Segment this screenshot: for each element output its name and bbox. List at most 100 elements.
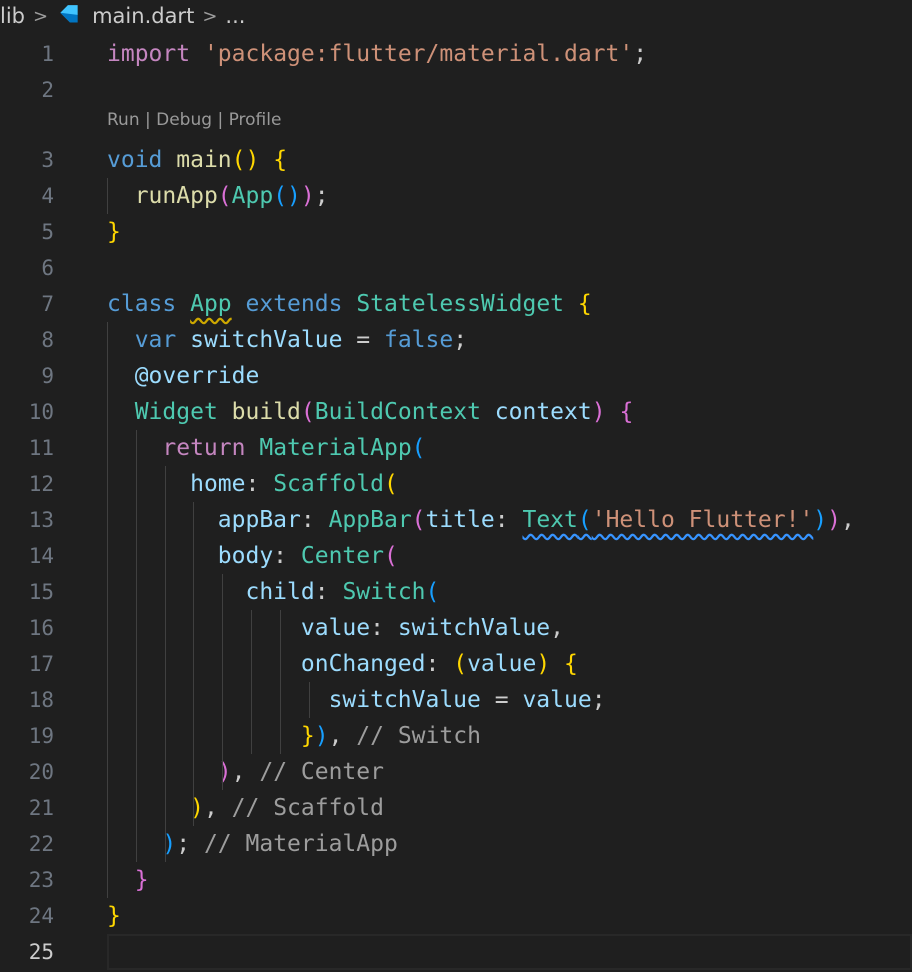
code-text: @override	[107, 358, 260, 394]
code-line[interactable]: 13 appBar: AppBar(title: Text('Hello Flu…	[0, 502, 912, 538]
code-token: ;	[176, 831, 204, 857]
code-token: value	[467, 651, 537, 677]
code-line[interactable]: 21 ), // Scaffold	[0, 790, 912, 826]
code-token: AppBar	[328, 507, 412, 533]
code-token: switchValue	[190, 327, 343, 353]
code-text: }	[107, 214, 121, 250]
code-line[interactable]: 18 switchValue = value;	[0, 682, 912, 718]
code-token: Center	[300, 543, 384, 569]
line-number: 11	[28, 436, 54, 460]
breadcrumb-file[interactable]: main.dart	[92, 4, 194, 28]
code-line[interactable]: 12 home: Scaffold(	[0, 466, 912, 502]
code-token: ,	[550, 615, 565, 641]
code-token: :	[370, 615, 398, 641]
code-token: )	[591, 399, 606, 425]
line-number: 17	[28, 652, 54, 676]
code-line[interactable]: 4 runApp(App());	[0, 178, 912, 214]
code-token: }	[134, 867, 149, 893]
breadcrumb-more[interactable]: ...	[225, 4, 245, 28]
code-text: Widget build(BuildContext context) {	[107, 394, 634, 430]
code-text: void main() {	[107, 142, 287, 178]
code-token: false	[383, 327, 454, 353]
code-line[interactable]: 14 body: Center(	[0, 538, 912, 574]
code-token: ,	[841, 507, 855, 533]
code-line[interactable]: 8 var switchValue = false;	[0, 322, 912, 358]
code-line[interactable]: 7 class App extends StatelessWidget {	[0, 286, 912, 322]
code-token: build	[231, 399, 301, 425]
code-token: ;	[453, 327, 468, 353]
code-token: Text	[522, 507, 578, 533]
line-number: 6	[41, 256, 54, 280]
code-token: // Scaffold	[231, 795, 384, 821]
code-token: (	[300, 399, 315, 425]
code-token: appBar	[217, 507, 301, 533]
chevron-right-icon: >	[202, 5, 218, 27]
indent-guide	[107, 322, 108, 898]
code-token: Switch	[342, 579, 426, 605]
code-token: import	[107, 41, 191, 67]
code-token: title	[425, 507, 495, 533]
code-token: value	[522, 687, 592, 713]
code-line[interactable]: 1 import 'package:flutter/material.dart';	[0, 36, 912, 72]
code-text: ), // Center	[107, 754, 384, 790]
code-line[interactable]: 10 Widget build(BuildContext context) {	[0, 394, 912, 430]
code-line[interactable]: 9 @override	[0, 358, 912, 394]
line-number: 10	[28, 400, 54, 424]
line-number: 22	[28, 832, 54, 856]
code-line[interactable]: 23 }	[0, 862, 912, 898]
indent-guide	[279, 610, 281, 754]
code-token: {	[273, 147, 288, 173]
code-token: onChanged	[300, 651, 426, 677]
code-token: :	[314, 579, 343, 605]
code-token: :	[273, 543, 301, 569]
code-text: }	[107, 862, 149, 898]
breadcrumb-folder[interactable]: lib	[0, 4, 25, 28]
code-token: (	[577, 507, 592, 533]
code-token: (	[411, 435, 426, 461]
code-token: )	[190, 795, 204, 821]
code-token: body	[217, 543, 274, 569]
code-token: (	[383, 471, 398, 497]
line-number: 4	[41, 184, 54, 208]
code-line[interactable]: 17 onChanged: (value) {	[0, 646, 912, 682]
code-line[interactable]: 15 child: Switch(	[0, 574, 912, 610]
code-token: :	[494, 507, 523, 533]
code-line[interactable]: 19 }), // Switch	[0, 718, 912, 754]
code-token: // Center	[259, 759, 384, 785]
code-line[interactable]: 24}	[0, 898, 912, 934]
code-line[interactable]: 6	[0, 250, 912, 286]
code-text: appBar: AppBar(title: Text('Hello Flutte…	[107, 502, 855, 538]
codelens-run-debug-profile[interactable]: Run | Debug | Profile	[107, 102, 281, 138]
code-line[interactable]: 11 return MaterialApp(	[0, 430, 912, 466]
code-line[interactable]: 25	[0, 934, 912, 970]
code-line[interactable]: 3 void main() {	[0, 142, 912, 178]
code-text: ), // Scaffold	[107, 790, 384, 826]
line-number: 16	[28, 616, 54, 640]
code-line[interactable]: 5}	[0, 214, 912, 250]
code-token: {	[619, 399, 634, 425]
code-line[interactable]: 20 ), // Center	[0, 754, 912, 790]
code-token: )	[827, 507, 842, 533]
line-number: 21	[28, 796, 54, 820]
code-text: home: Scaffold(	[107, 466, 398, 502]
line-number: 1	[41, 42, 54, 66]
code-token: :	[425, 651, 454, 677]
code-token: ,	[203, 795, 232, 821]
line-number: 7	[41, 292, 54, 316]
code-token: MaterialApp	[259, 435, 412, 461]
code-line[interactable]: 22 ); // MaterialApp	[0, 826, 912, 862]
breadcrumb: lib > main.dart > ...	[0, 0, 912, 32]
code-line[interactable]: 16 value: switchValue,	[0, 610, 912, 646]
